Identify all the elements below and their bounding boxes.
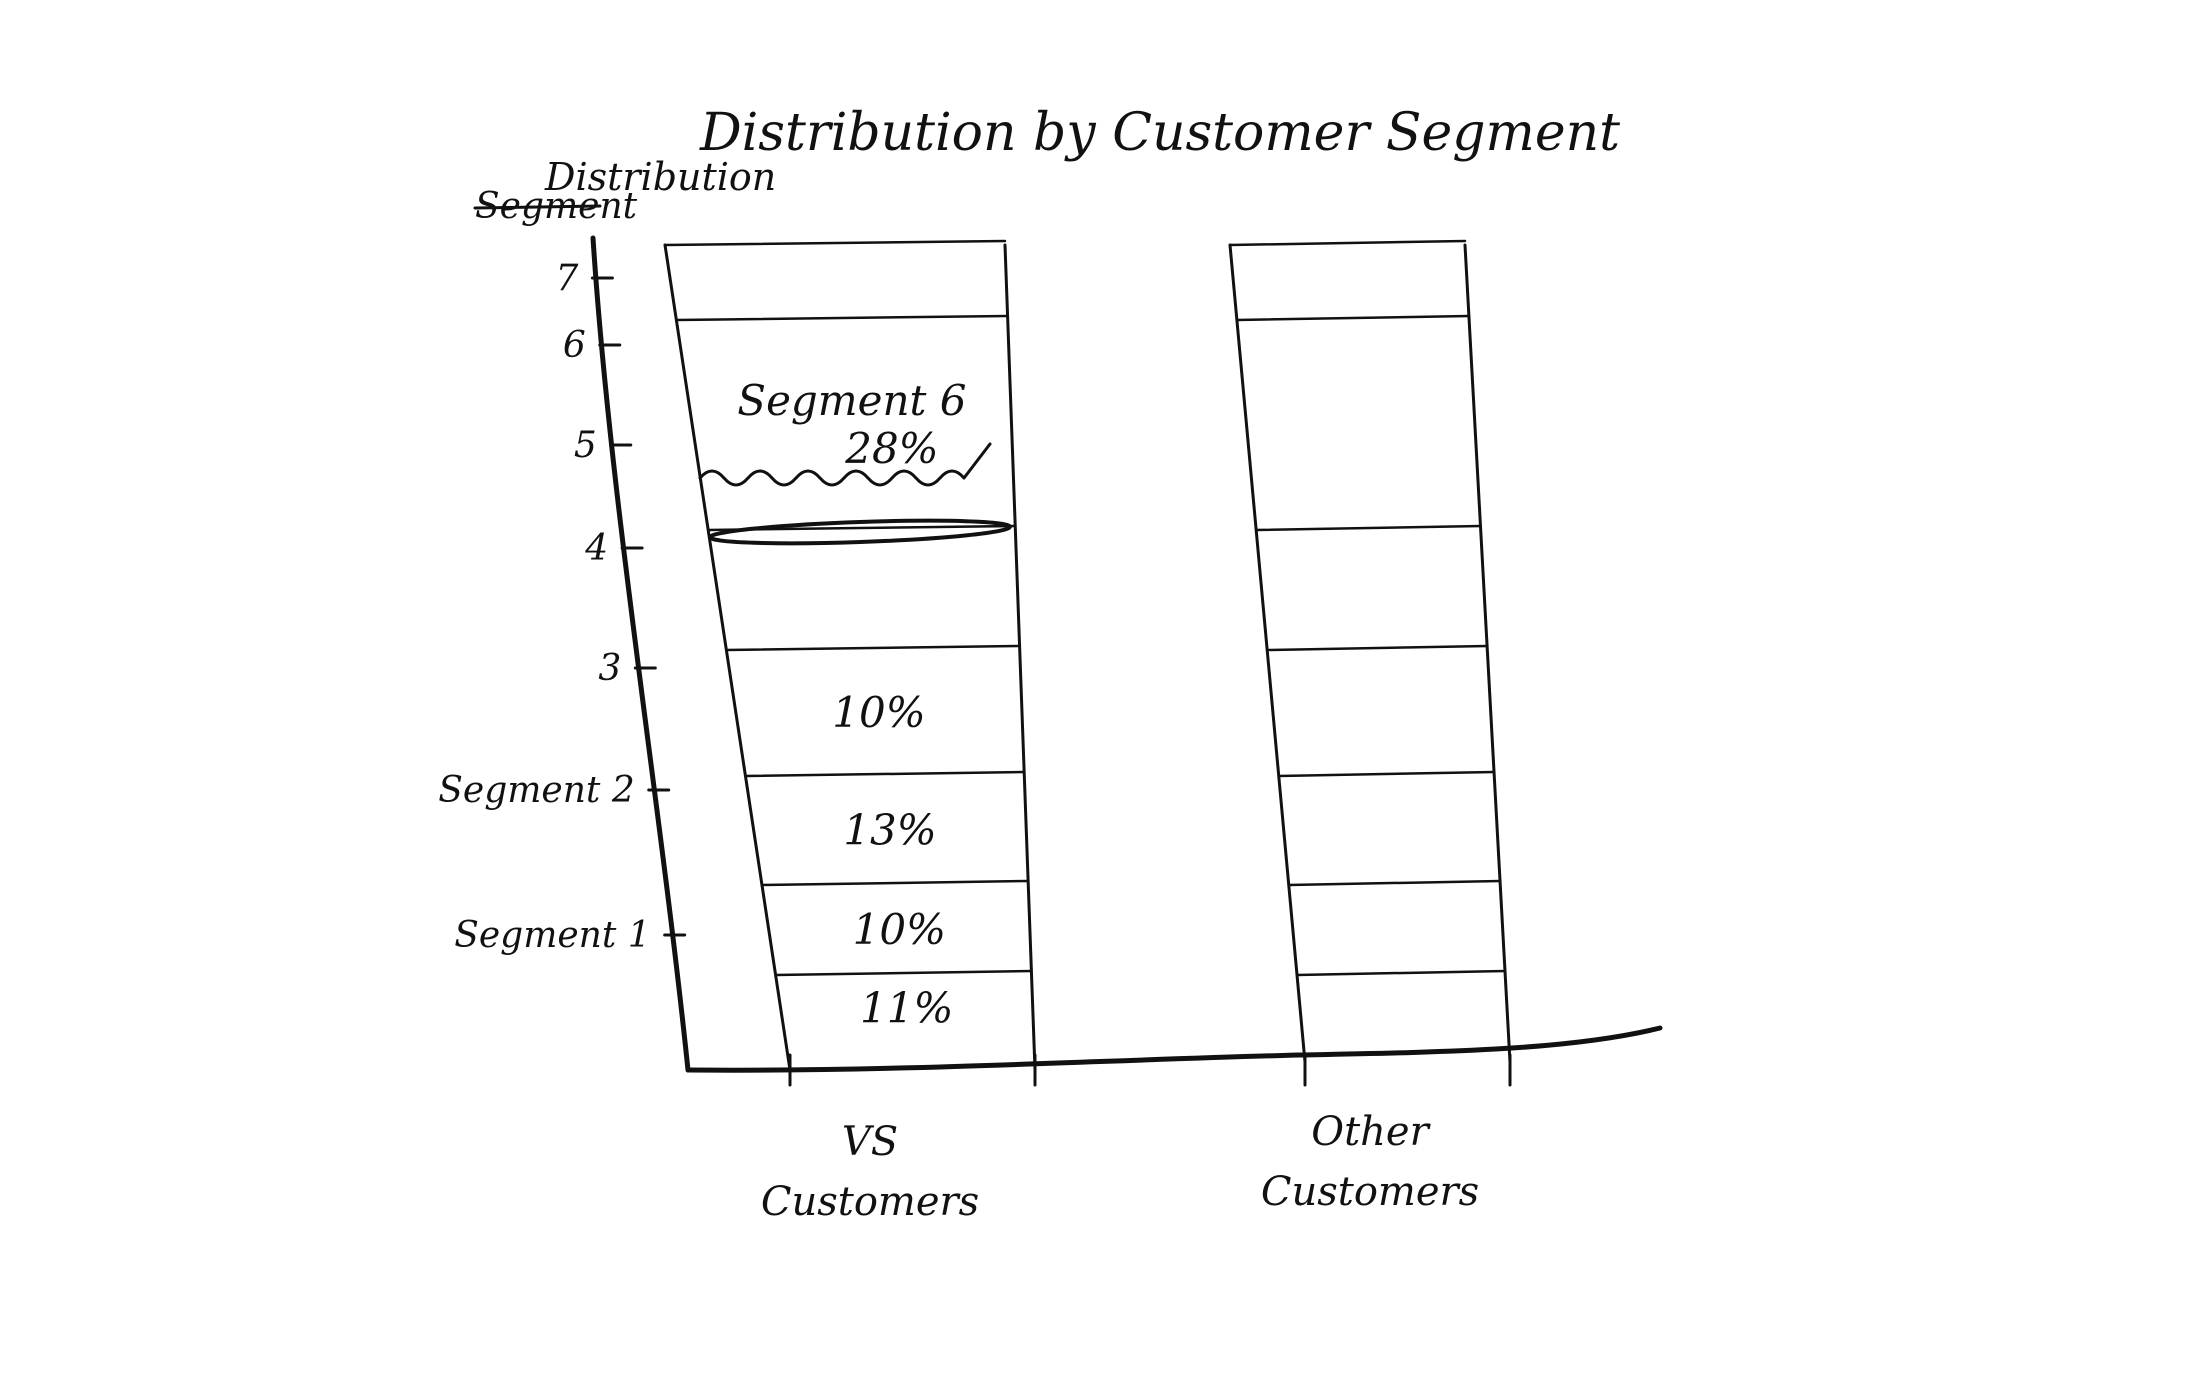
vs-bar-segment-divider <box>725 644 1021 652</box>
other-bar-segment-divider <box>1254 524 1482 532</box>
vs-bar-segment-divider <box>675 314 1009 322</box>
vs-bar-outline <box>663 243 1037 1072</box>
other-bar-outline <box>1228 243 1512 1064</box>
vs-bar-segment-label: 10% <box>853 905 946 954</box>
vs-bar-segment-label: 11% <box>860 984 953 1033</box>
x-axis-line <box>685 1025 1663 1073</box>
vs-bar-segment-label: Segment 6 <box>737 376 966 425</box>
vs-bar-segment-label: 13% <box>843 806 936 855</box>
y-tick-label: Segment 1 <box>454 915 650 956</box>
vs-bar-segment-divider <box>744 770 1026 778</box>
other-bar-segment-divider <box>1287 879 1502 887</box>
other-bar-segment-divider <box>1295 969 1507 977</box>
x-tick-label: Customers <box>761 1179 979 1225</box>
other-bar-segment-divider <box>1228 239 1467 247</box>
y-tick-label: 3 <box>598 648 621 689</box>
y-tick-label: Segment 2 <box>438 770 634 811</box>
other-bar-segment-divider <box>1265 644 1489 652</box>
y-axis-label-strikeout <box>473 204 602 210</box>
stacked-bar-chart: Distribution by Customer Segment Distrib… <box>438 103 1663 1225</box>
other-bar-segment-divider <box>1277 770 1496 778</box>
x-tick-label: Customers <box>1261 1169 1479 1215</box>
vs-bar-segment-divider <box>760 879 1030 887</box>
other-bar-segment-divider <box>1235 314 1471 322</box>
vs-bar-segment-divider <box>663 239 1007 247</box>
y-tick-label: 7 <box>555 258 578 299</box>
y-tick-label: 5 <box>574 425 597 466</box>
y-tick-label: 6 <box>563 325 586 366</box>
x-tick-label: VS <box>842 1119 898 1165</box>
x-axis-labels: VS Customers Other Customers <box>761 1053 1512 1225</box>
vs-bar-segment-label: 10% <box>832 688 925 737</box>
vs-bar-ellipse-mark <box>708 518 1012 546</box>
vs-bar-segment-label: 28% <box>844 424 938 473</box>
chart-title: Distribution by Customer Segment <box>699 103 1620 163</box>
x-tick-label: Other <box>1311 1109 1431 1155</box>
bar-vs-customers: 11% 10% 13% 10% Segment 628% <box>663 239 1037 1072</box>
bar-other-customers <box>1228 239 1512 1064</box>
y-axis-ticks: Segment 1 Segment 2 3 4 5 6 7 <box>438 258 687 956</box>
y-tick-label: 4 <box>584 528 608 569</box>
vs-bar-segment-divider <box>774 969 1033 977</box>
chart-sketch: Distribution by Customer Segment Distrib… <box>0 0 2187 1374</box>
